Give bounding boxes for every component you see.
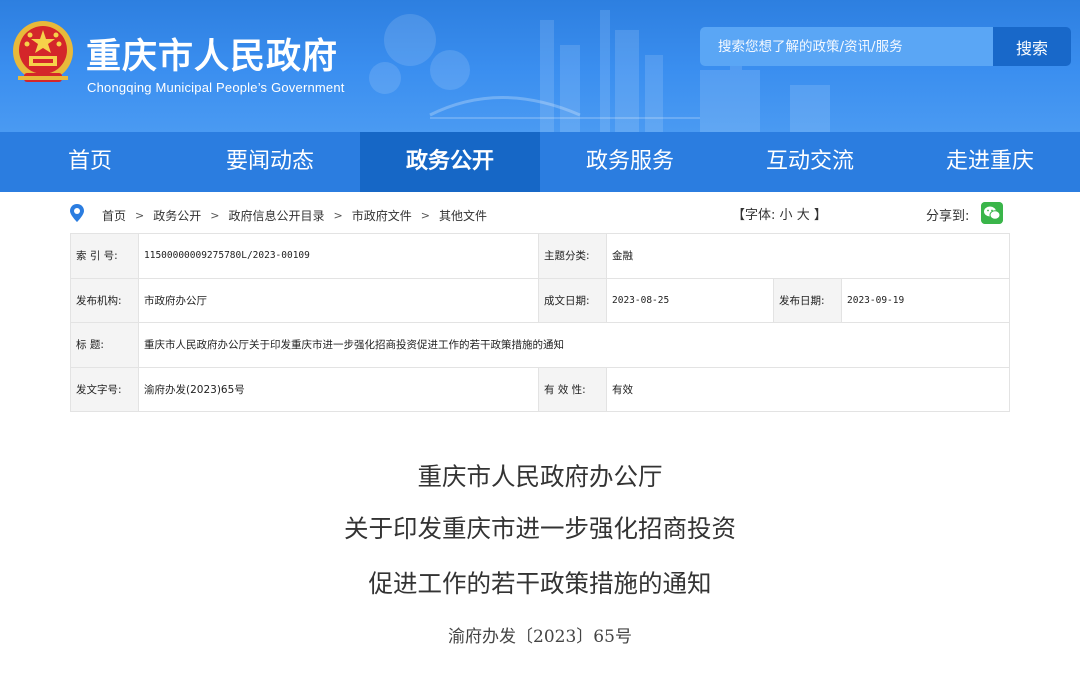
breadcrumb-other-documents[interactable]: 其他文件 <box>439 207 487 224</box>
site-title[interactable]: 重庆市人民政府 <box>86 28 338 79</box>
document-title-line-3: 促进工作的若干政策措施的通知 <box>368 569 712 598</box>
font-size-close: 】 <box>813 208 827 223</box>
search-input[interactable] <box>700 27 993 66</box>
topic-value: 金融 <box>605 233 1011 279</box>
national-emblem-icon <box>13 21 73 82</box>
publisher-label: 发布机构: <box>70 277 139 323</box>
validity-label: 有 效 性: <box>538 366 607 412</box>
table-row: 发布机构: 市政府办公厅 成文日期: 2023-08-25 发布日期: 2023… <box>70 277 1011 323</box>
doc-number-label: 发文字号: <box>70 366 139 412</box>
nav-item-government-affairs[interactable]: 政务公开 <box>360 132 540 192</box>
table-row: 发文字号: 渝府办发(2023)65号 有 效 性: 有效 <box>70 366 1011 412</box>
breadcrumb-municipal-documents[interactable]: 市政府文件 <box>352 207 412 224</box>
index-label: 索 引 号: <box>70 233 139 279</box>
breadcrumb-bar: 首页 > 政务公开 > 政府信息公开目录 > 市政府文件 > 其他文件 【字体:… <box>70 200 1010 228</box>
location-pin-icon <box>70 204 84 222</box>
breadcrumb-info-catalog[interactable]: 政府信息公开目录 <box>228 207 324 224</box>
document-number: 渝府办发〔2023〕65号 <box>448 627 632 647</box>
breadcrumb-separator: > <box>135 209 145 222</box>
nav-item-interaction[interactable]: 互动交流 <box>720 132 900 192</box>
published-date-value: 2023-09-19 <box>840 277 1011 323</box>
font-size-small-button[interactable]: 小 <box>780 208 793 223</box>
written-date-label: 成文日期: <box>538 277 607 323</box>
font-size-large-button[interactable]: 大 <box>797 208 810 223</box>
share-label: 分享到: <box>926 209 970 224</box>
breadcrumb-separator: > <box>420 209 430 222</box>
nav-item-about-chongqing[interactable]: 走进重庆 <box>900 132 1080 192</box>
site-header: 重庆市人民政府 Chongqing Municipal People’s Gov… <box>0 0 1080 132</box>
published-date-label: 发布日期: <box>773 277 842 323</box>
main-nav: 首页 要闻动态 政务公开 政务服务 互动交流 走进重庆 <box>0 132 1080 192</box>
index-value: 11500000009275780L/2023-00109 <box>138 233 539 279</box>
doc-number-value: 渝府办发(2023)65号 <box>138 366 539 412</box>
publisher-value: 市政府办公厅 <box>138 277 539 323</box>
breadcrumb-separator: > <box>210 209 220 222</box>
nav-item-home[interactable]: 首页 <box>0 132 180 192</box>
site-subtitle: Chongqing Municipal People’s Government <box>87 80 345 95</box>
title-label: 标 题: <box>70 322 139 368</box>
nav-item-news[interactable]: 要闻动态 <box>180 132 360 192</box>
wechat-icon[interactable] <box>981 202 1003 224</box>
document-title-line-2: 关于印发重庆市进一步强化招商投资 <box>344 514 736 543</box>
written-date-value: 2023-08-25 <box>606 277 774 323</box>
breadcrumb-home[interactable]: 首页 <box>102 207 126 224</box>
validity-value: 有效 <box>605 366 1011 412</box>
document-title-line-1: 重庆市人民政府办公厅 <box>417 462 663 491</box>
breadcrumb-government-affairs[interactable]: 政务公开 <box>153 207 201 224</box>
title-value: 重庆市人民政府办公厅关于印发重庆市进一步强化招商投资促进工作的若干政策措施的通知 <box>137 322 1011 368</box>
document-info-table: 索 引 号: 11500000009275780L/2023-00109 主题分… <box>70 233 1011 412</box>
breadcrumb-separator: > <box>333 209 343 222</box>
table-row: 索 引 号: 11500000009275780L/2023-00109 主题分… <box>70 233 1011 279</box>
nav-item-services[interactable]: 政务服务 <box>540 132 720 192</box>
breadcrumb: 首页 > 政务公开 > 政府信息公开目录 > 市政府文件 > 其他文件 <box>102 207 487 224</box>
font-size-control: 【字体: 小 大 】 <box>732 204 827 223</box>
search-button[interactable]: 搜索 <box>993 27 1071 66</box>
topic-label: 主题分类: <box>538 233 607 279</box>
table-row: 标 题: 重庆市人民政府办公厅关于印发重庆市进一步强化招商投资促进工作的若干政策… <box>70 322 1011 368</box>
font-size-open: 【字体: <box>732 208 776 223</box>
